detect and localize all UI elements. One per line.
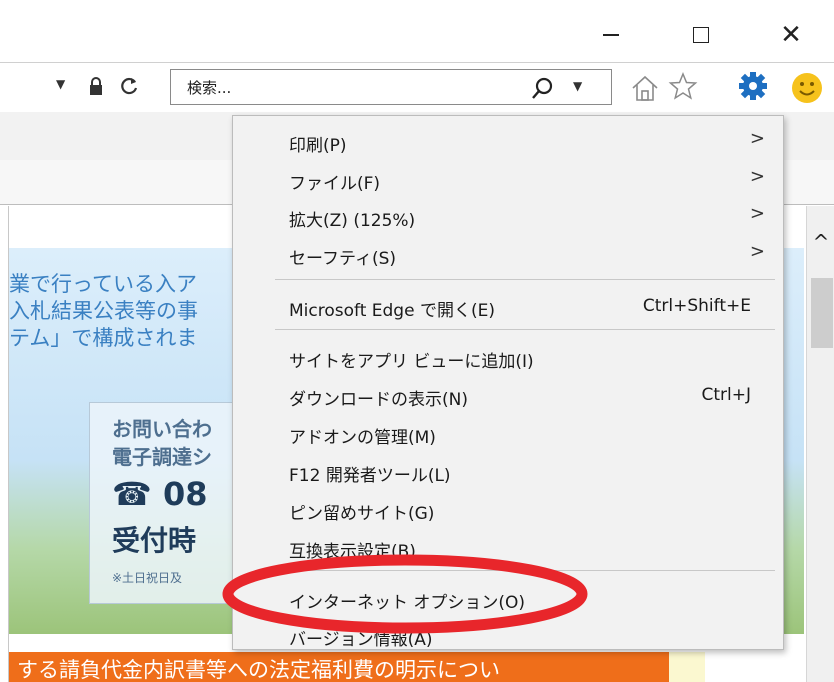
refresh-icon[interactable] [118,75,140,97]
menu-item-label: ファイル(F) [289,174,381,194]
menu-item-internet-options[interactable]: インターネット オプション(O) [233,581,783,615]
menu-item-view-downloads[interactable]: ダウンロードの表示(N) Ctrl+J [233,378,783,412]
menu-item-print[interactable]: 印刷(P) > [233,124,783,158]
menu-item-add-app-view[interactable]: サイトをアプリ ビューに追加(I) [233,340,783,374]
menu-item-label: 印刷(P) [289,136,347,156]
menu-item-safety[interactable]: セーフティ(S) > [233,237,783,271]
chevron-right-icon: > [749,166,765,187]
menu-item-zoom[interactable]: 拡大(Z) (125%) > [233,199,783,233]
menu-separator [275,329,775,330]
notice-accent [669,652,705,682]
menu-item-label: ダウンロードの表示(N) [289,390,468,410]
address-bar: ▼ ▼ [0,62,834,114]
search-input[interactable] [185,76,529,100]
menu-item-f12-dev-tools[interactable]: F12 開発者ツール(L) [233,454,783,488]
menu-item-manage-addons[interactable]: アドオンの管理(M) [233,416,783,450]
menu-item-label: バージョン情報(A) [289,630,433,650]
gear-icon[interactable] [738,71,768,101]
minimize-icon [603,34,619,36]
banner-text-line: 業で行っている入ア [9,272,197,296]
menu-item-label: インターネット オプション(O) [289,593,526,613]
tools-menu: 印刷(P) > ファイル(F) > 拡大(Z) (125%) > セーフティ(S… [232,115,784,650]
maximize-icon [693,27,709,43]
chevron-right-icon: > [749,203,765,224]
search-box[interactable]: ▼ [170,69,612,105]
contact-hours: 受付時 [112,524,197,557]
menu-item-open-in-edge[interactable]: Microsoft Edge で開く(E) Ctrl+Shift+E [233,289,783,323]
close-icon: ✕ [780,20,802,50]
menu-item-label: サイトをアプリ ビューに追加(I) [289,352,534,372]
notice-link[interactable]: する請負代金内訳書等への法定福利費の明示につい [9,652,699,682]
menu-item-shortcut: Ctrl+Shift+E [642,296,751,316]
search-icon[interactable] [531,76,555,100]
banner-text-line: テム」で構成されま [9,326,198,350]
banner-text-line: 入札結果公表等の事 [9,299,198,323]
home-icon[interactable] [630,73,660,103]
lock-icon[interactable] [88,77,104,95]
menu-separator [275,570,775,571]
menu-item-label: アドオンの管理(M) [289,428,436,448]
menu-item-pinned-sites[interactable]: ピン留めサイト(G) [233,492,783,526]
contact-note: ※土日祝日及 [112,571,183,585]
menu-item-label: Microsoft Edge で開く(E) [289,301,495,321]
menu-item-shortcut: Ctrl+J [701,385,751,405]
notice-text: する請負代金内訳書等への法定福利費の明示につい [17,658,500,682]
scroll-thumb[interactable] [811,278,833,348]
close-button[interactable]: ✕ [768,20,814,50]
address-dropdown-icon[interactable]: ▼ [56,77,65,91]
menu-item-label: セーフティ(S) [289,249,397,269]
menu-item-label: 互換表示設定(B) [289,542,416,562]
chevron-right-icon: > [749,128,765,149]
search-dropdown-icon[interactable]: ▼ [573,79,582,93]
smiley-icon[interactable] [790,71,824,105]
minimize-button[interactable] [588,20,634,50]
menu-separator [275,279,775,280]
contact-phone: ☎ 08 [112,475,208,513]
menu-item-label: ピン留めサイト(G) [289,504,435,524]
vertical-scrollbar[interactable]: ^ [806,206,834,682]
menu-item-file[interactable]: ファイル(F) > [233,162,783,196]
menu-item-label: F12 開発者ツール(L) [289,466,451,486]
menu-item-compat-view[interactable]: 互換表示設定(B) [233,530,783,564]
menu-item-label: 拡大(Z) (125%) [289,211,416,231]
scroll-up-icon[interactable]: ^ [811,232,831,252]
maximize-button[interactable] [678,20,724,50]
menu-item-about[interactable]: バージョン情報(A) [233,618,783,652]
chevron-right-icon: > [749,241,765,262]
title-bar: ✕ [0,0,834,62]
contact-heading: お問い合わ [112,417,212,441]
star-icon[interactable] [668,71,698,101]
contact-subheading: 電子調達シ [112,445,212,469]
